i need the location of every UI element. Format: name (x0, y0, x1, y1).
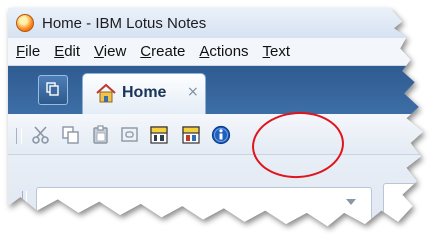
menu-bar: File Edit View Create Actions Text (8, 38, 423, 66)
tab-strip: Home × (8, 66, 423, 114)
menu-actions-label: ctions (209, 43, 249, 60)
info-icon (211, 125, 231, 145)
chevron-down-icon[interactable] (346, 199, 356, 205)
window-title: Home - IBM Lotus Notes (42, 14, 207, 32)
address-bar-grip[interactable] (22, 191, 27, 207)
menu-edit[interactable]: Edit (54, 43, 80, 60)
tab-home[interactable]: Home × (82, 73, 206, 114)
mail-memo-icon (150, 126, 168, 144)
menu-text-mnemonic: T (262, 43, 271, 60)
toolbar-grip[interactable] (16, 128, 22, 144)
copy-icon (62, 126, 79, 144)
lotus-notes-logo-icon (16, 14, 34, 32)
menu-file-mnemonic: F (16, 43, 26, 60)
reply-button[interactable] (180, 124, 202, 146)
search-box[interactable] (383, 183, 423, 227)
menu-view-mnemonic: V (94, 43, 104, 60)
menu-file[interactable]: File (16, 43, 40, 60)
menu-create-mnemonic: C (140, 43, 152, 60)
copy-button[interactable] (60, 124, 82, 146)
open-list-button[interactable] (38, 75, 68, 105)
lotus-notes-window: Home - IBM Lotus Notes File Edit View Cr… (8, 8, 423, 227)
new-memo-button[interactable] (148, 124, 170, 146)
menu-view[interactable]: View (94, 43, 126, 60)
menu-edit-label: dit (64, 43, 81, 60)
paste-icon (93, 125, 108, 144)
menu-text-label: ext (270, 43, 291, 60)
menu-create-label: reate (151, 43, 186, 60)
paste-button[interactable] (90, 124, 112, 146)
copy-as-link-button[interactable] (119, 124, 141, 146)
address-bar[interactable] (36, 187, 372, 227)
copy-as-link-icon (121, 127, 138, 142)
cut-button[interactable] (30, 124, 52, 146)
mail-reply-icon (182, 126, 200, 144)
title-bar: Home - IBM Lotus Notes (8, 8, 423, 38)
cut-icon (32, 126, 49, 144)
menu-actions-mnemonic: A (199, 43, 210, 60)
info-button[interactable] (210, 124, 232, 146)
menu-view-label: iew (103, 43, 127, 60)
tab-home-label: Home (122, 84, 167, 101)
menu-text[interactable]: Text (263, 43, 291, 60)
menu-actions[interactable]: Actions (199, 43, 248, 60)
menu-edit-mnemonic: E (54, 43, 65, 60)
screenshot-frame: Home - IBM Lotus Notes File Edit View Cr… (0, 0, 437, 247)
close-icon[interactable]: × (187, 84, 201, 100)
toolbar (8, 114, 423, 155)
menu-create[interactable]: Create (140, 43, 185, 60)
open-list-icon (46, 82, 59, 96)
content-area (8, 155, 423, 227)
home-icon (96, 83, 116, 103)
menu-file-label: ile (25, 43, 41, 60)
